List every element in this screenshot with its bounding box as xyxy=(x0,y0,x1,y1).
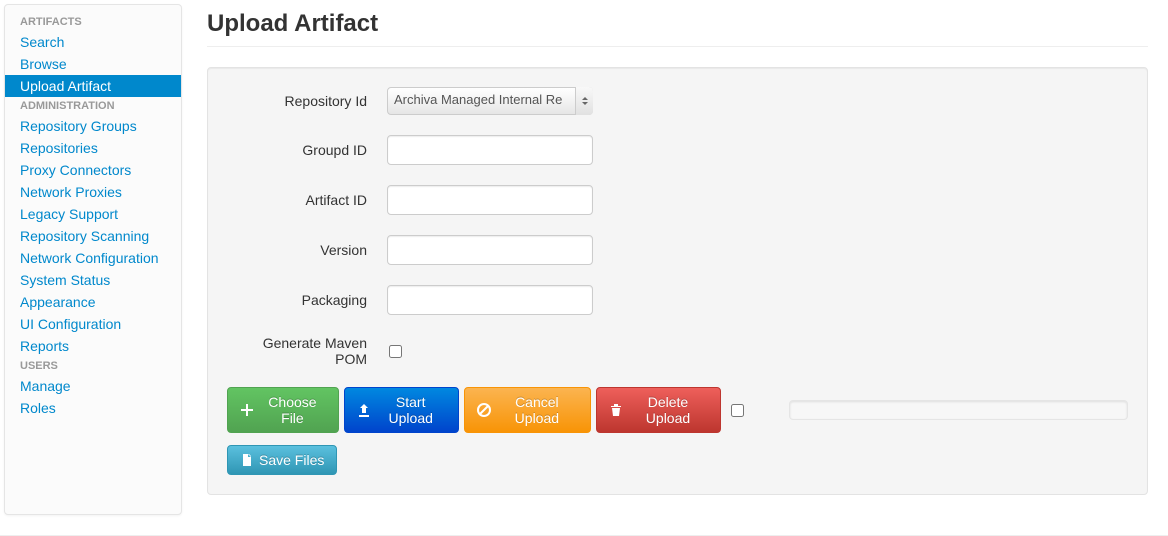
repository-id-select[interactable]: Archiva Managed Internal Re xyxy=(387,87,593,115)
sidebar-item-proxy-connectors[interactable]: Proxy Connectors xyxy=(5,159,181,181)
page-title: Upload Artifact xyxy=(207,10,1148,38)
divider xyxy=(207,46,1148,47)
label-generate-pom: Generate Maven POM xyxy=(227,335,387,367)
cancel-upload-button[interactable]: Cancel Upload xyxy=(464,387,592,433)
file-icon xyxy=(240,453,254,467)
form-well: Repository Id Archiva Managed Internal R… xyxy=(207,67,1148,495)
choose-file-label: Choose File xyxy=(259,394,326,426)
sidebar-item-appearance[interactable]: Appearance xyxy=(5,291,181,313)
upload-progress-bar xyxy=(789,400,1128,420)
delete-upload-label: Delete Upload xyxy=(628,394,708,426)
row-group-id: Groupd ID xyxy=(227,135,1128,165)
sidebar-item-search[interactable]: Search xyxy=(5,31,181,53)
sidebar-header-users: USERS xyxy=(5,357,181,375)
sidebar-item-ui-configuration[interactable]: UI Configuration xyxy=(5,313,181,335)
ban-icon xyxy=(477,403,491,417)
start-upload-button[interactable]: Start Upload xyxy=(344,387,459,433)
upload-icon xyxy=(357,403,371,417)
main-content: Upload Artifact Repository Id Archiva Ma… xyxy=(182,0,1168,515)
row-version: Version xyxy=(227,235,1128,265)
trash-icon xyxy=(609,403,623,417)
upload-extra-checkbox[interactable] xyxy=(731,404,744,417)
choose-file-button[interactable]: Choose File xyxy=(227,387,339,433)
sidebar-header-artifacts: ARTIFACTS xyxy=(5,13,181,31)
start-upload-label: Start Upload xyxy=(376,394,446,426)
row-generate-pom: Generate Maven POM xyxy=(227,335,1128,367)
row-repository-id: Repository Id Archiva Managed Internal R… xyxy=(227,87,1128,115)
sidebar-item-roles[interactable]: Roles xyxy=(5,397,181,419)
save-row: Save Files xyxy=(227,445,1128,475)
sidebar-item-browse[interactable]: Browse xyxy=(5,53,181,75)
sidebar-item-reports[interactable]: Reports xyxy=(5,335,181,357)
sidebar-item-repository-groups[interactable]: Repository Groups xyxy=(5,115,181,137)
cancel-upload-label: Cancel Upload xyxy=(496,394,579,426)
sidebar-header-administration: ADMINISTRATION xyxy=(5,97,181,115)
version-input[interactable] xyxy=(387,235,593,265)
save-files-label: Save Files xyxy=(259,452,324,468)
packaging-input[interactable] xyxy=(387,285,593,315)
row-packaging: Packaging xyxy=(227,285,1128,315)
label-group-id: Groupd ID xyxy=(227,142,387,158)
generate-pom-checkbox[interactable] xyxy=(389,345,402,358)
sidebar-item-legacy-support[interactable]: Legacy Support xyxy=(5,203,181,225)
artifact-id-input[interactable] xyxy=(387,185,593,215)
sidebar: ARTIFACTS Search Browse Upload Artifact … xyxy=(4,4,182,515)
sidebar-item-repositories[interactable]: Repositories xyxy=(5,137,181,159)
plus-icon xyxy=(240,403,254,417)
sidebar-item-repository-scanning[interactable]: Repository Scanning xyxy=(5,225,181,247)
group-id-input[interactable] xyxy=(387,135,593,165)
save-files-button[interactable]: Save Files xyxy=(227,445,337,475)
label-packaging: Packaging xyxy=(227,292,387,308)
label-artifact-id: Artifact ID xyxy=(227,192,387,208)
label-version: Version xyxy=(227,242,387,258)
sidebar-item-network-proxies[interactable]: Network Proxies xyxy=(5,181,181,203)
delete-upload-button[interactable]: Delete Upload xyxy=(596,387,721,433)
sidebar-item-network-configuration[interactable]: Network Configuration xyxy=(5,247,181,269)
sidebar-item-upload-artifact[interactable]: Upload Artifact xyxy=(5,75,181,97)
row-artifact-id: Artifact ID xyxy=(227,185,1128,215)
sidebar-item-manage[interactable]: Manage xyxy=(5,375,181,397)
sidebar-item-system-status[interactable]: System Status xyxy=(5,269,181,291)
buttons-row: Choose File Start Upload Cancel Upload D… xyxy=(227,387,1128,433)
label-repository-id: Repository Id xyxy=(227,93,387,109)
